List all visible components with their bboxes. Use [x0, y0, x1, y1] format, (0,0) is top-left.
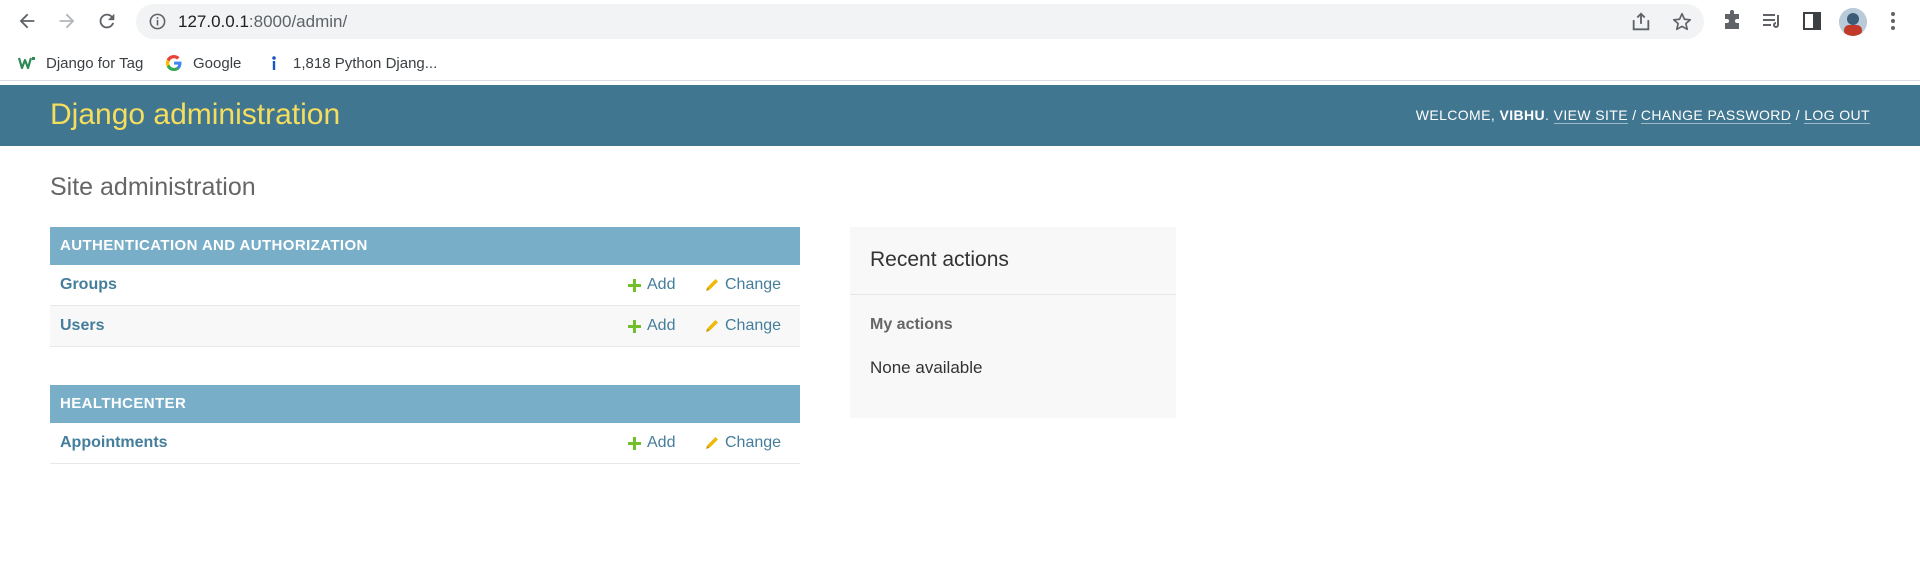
bookmark-python-django[interactable]: 1,818 Python Djang...: [265, 52, 437, 74]
pencil-icon: [706, 320, 718, 332]
reload-icon: [99, 13, 115, 29]
plus-icon: [628, 436, 641, 450]
welcome-text: Welcome,: [1415, 107, 1496, 123]
plus-icon: [628, 278, 641, 292]
user-tools: Welcome, vibhu. View site / Change passw…: [1415, 107, 1870, 124]
model-link-appointments[interactable]: Appointments: [60, 434, 168, 452]
back-arrow-icon: [19, 13, 35, 29]
model-link-groups[interactable]: Groups: [60, 276, 117, 294]
forward-button[interactable]: [53, 7, 81, 35]
add-appointments-link[interactable]: Add: [628, 434, 675, 452]
avatar-image-icon: [1839, 8, 1867, 36]
address-bar[interactable]: 127.0.0.1:8000/admin/: [136, 4, 1704, 39]
reload-button[interactable]: [93, 7, 121, 35]
change-groups-link[interactable]: Change: [705, 276, 781, 294]
pencil-icon: [706, 437, 718, 449]
module-healthcenter: Healthcenter Appointments Add Change: [50, 385, 800, 464]
info-icon: [265, 54, 283, 72]
w-icon: [18, 54, 36, 72]
admin-header: Django administration Welcome, vibhu. Vi…: [0, 85, 1920, 146]
bookmark-google[interactable]: Google: [165, 52, 241, 74]
bookmark-django-for-tag[interactable]: Django for Tag: [18, 52, 143, 74]
bookmarks-bar: Django for Tag Google 1,818 Python Djang…: [0, 43, 1920, 81]
menu-kebab-icon[interactable]: [1881, 9, 1905, 33]
profile-avatar[interactable]: [1839, 8, 1867, 36]
recent-actions-title: Recent actions: [870, 248, 1009, 271]
google-icon: [165, 54, 183, 72]
model-row-appointments: Appointments Add Change: [50, 423, 800, 464]
bookmark-star-icon[interactable]: [1671, 11, 1693, 33]
site-info-icon[interactable]: [148, 12, 167, 31]
extensions-puzzle-icon[interactable]: [1720, 9, 1744, 33]
change-password-link[interactable]: Change password: [1640, 107, 1792, 124]
view-site-link[interactable]: View site: [1553, 107, 1628, 124]
log-out-link[interactable]: Log out: [1804, 107, 1870, 124]
plus-icon: [628, 319, 641, 333]
page-title: Site administration: [50, 173, 256, 201]
add-users-link[interactable]: Add: [628, 317, 675, 335]
username: vibhu: [1499, 107, 1546, 123]
module-caption-healthcenter[interactable]: Healthcenter: [50, 385, 800, 423]
no-actions-text: None available: [870, 358, 983, 377]
pencil-icon: [706, 279, 718, 291]
share-icon[interactable]: [1630, 11, 1652, 33]
add-groups-link[interactable]: Add: [628, 276, 675, 294]
my-actions-heading: My actions: [870, 316, 953, 333]
model-link-users[interactable]: Users: [60, 317, 104, 335]
back-button[interactable]: [13, 7, 41, 35]
module-auth: Authentication and Authorization Groups …: [50, 227, 800, 347]
change-users-link[interactable]: Change: [705, 317, 781, 335]
url-text[interactable]: 127.0.0.1:8000/admin/: [178, 12, 347, 32]
module-caption-auth[interactable]: Authentication and Authorization: [50, 227, 800, 265]
forward-arrow-icon: [59, 13, 75, 29]
model-row-groups: Groups Add Change: [50, 265, 800, 306]
recent-actions-panel: Recent actions My actions None available: [850, 227, 1176, 418]
reading-list-icon[interactable]: [1760, 9, 1784, 33]
change-appointments-link[interactable]: Change: [705, 434, 781, 452]
side-panel-icon[interactable]: [1800, 9, 1824, 33]
divider: [850, 294, 1176, 295]
site-branding[interactable]: Django administration: [50, 98, 340, 132]
model-row-users: Users Add Change: [50, 306, 800, 347]
browser-toolbar: 127.0.0.1:8000/admin/: [0, 0, 1920, 43]
